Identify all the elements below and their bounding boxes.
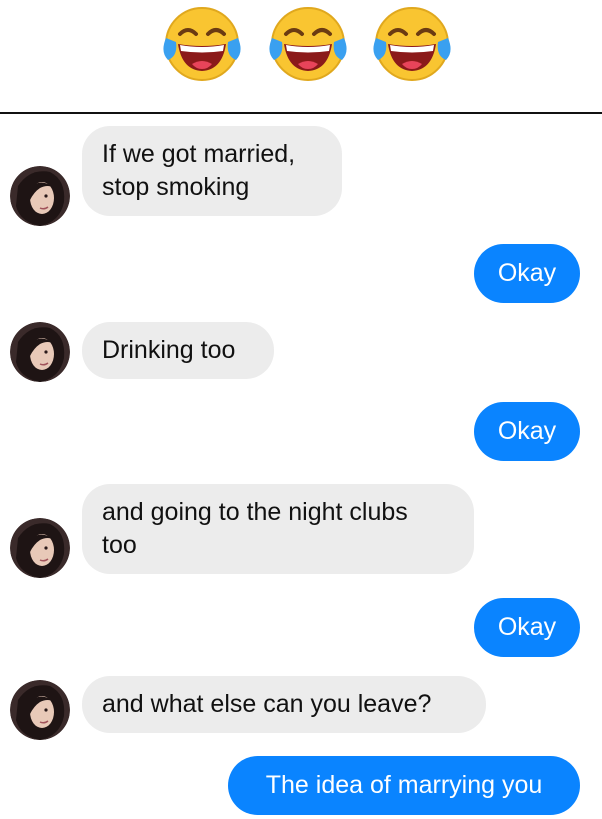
- sent-message[interactable]: The idea of marrying you: [228, 756, 580, 815]
- contact-avatar[interactable]: [10, 680, 70, 740]
- sent-message[interactable]: Okay: [474, 244, 580, 303]
- face-with-tears-of-joy-icon: [269, 7, 347, 81]
- contact-avatar[interactable]: [10, 166, 70, 226]
- received-message[interactable]: If we got married, stop smoking: [82, 126, 342, 216]
- sent-message[interactable]: Okay: [474, 598, 580, 657]
- received-message[interactable]: Drinking too: [82, 322, 274, 379]
- received-message[interactable]: and going to the night clubs too: [82, 484, 474, 574]
- sent-message[interactable]: Okay: [474, 402, 580, 461]
- contact-avatar[interactable]: [10, 518, 70, 578]
- emoji-header: [0, 0, 602, 112]
- contact-avatar[interactable]: [10, 322, 70, 382]
- face-with-tears-of-joy-icon: [373, 7, 451, 81]
- received-message[interactable]: and what else can you leave?: [82, 676, 486, 733]
- chat-thread: If we got married, stop smoking Okay Dri…: [0, 114, 602, 819]
- face-with-tears-of-joy-icon: [163, 7, 241, 81]
